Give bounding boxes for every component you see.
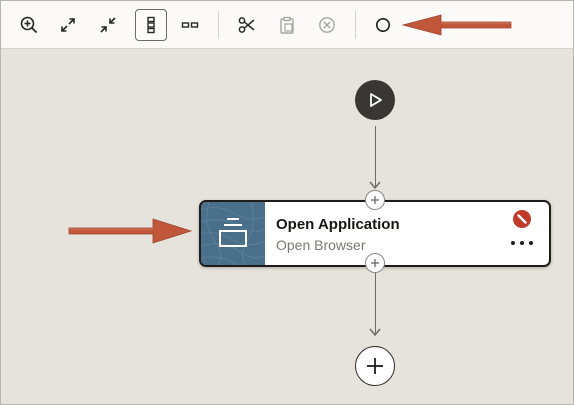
- paste-button[interactable]: [271, 9, 303, 41]
- circle-x-icon: [319, 17, 335, 33]
- connector-line: [374, 273, 376, 335]
- zoom-in-button[interactable]: [13, 9, 45, 41]
- connector-line: [374, 126, 376, 188]
- toolbar-divider: [355, 11, 356, 39]
- dot: [529, 241, 533, 245]
- step-icon-tile: [201, 202, 265, 265]
- collapse-icon: [100, 17, 116, 33]
- error-status-icon[interactable]: [513, 210, 531, 228]
- cut-button[interactable]: [231, 9, 263, 41]
- plus-icon: [371, 196, 379, 204]
- insert-step-below-button[interactable]: [365, 253, 385, 273]
- scissors-icon: [238, 17, 255, 33]
- more-options-button[interactable]: [511, 236, 533, 250]
- expand-icon: [61, 18, 75, 32]
- vertical-layout-button[interactable]: [135, 9, 167, 41]
- application-stack-icon: [201, 202, 265, 265]
- clipboard-icon: [280, 16, 294, 34]
- collapse-button[interactable]: [92, 9, 124, 41]
- dot: [520, 241, 524, 245]
- step-title: Open Application: [276, 216, 400, 233]
- connector-arrowhead: [369, 181, 381, 190]
- breakpoint-button[interactable]: [367, 9, 399, 41]
- flow-editor: Open Application Open Browser: [0, 0, 574, 405]
- start-node[interactable]: [355, 80, 395, 120]
- expand-button[interactable]: [52, 9, 84, 41]
- callout-arrow-toolbar: [401, 14, 512, 36]
- callout-arrow-step: [68, 218, 193, 244]
- horizontal-layout-button[interactable]: [174, 9, 206, 41]
- plus-icon: [371, 259, 379, 267]
- zoom-in-icon: [20, 16, 38, 34]
- connector-arrowhead: [369, 328, 381, 337]
- plus-icon: [367, 358, 383, 374]
- insert-step-above-button[interactable]: [365, 190, 385, 210]
- step-subtitle: Open Browser: [276, 237, 366, 253]
- horizontal-layout-icon: [181, 22, 199, 28]
- play-icon: [370, 93, 382, 107]
- dot: [511, 241, 515, 245]
- circle-icon: [376, 18, 390, 32]
- vertical-layout-icon: [147, 16, 155, 34]
- add-step-button[interactable]: [355, 346, 395, 386]
- no-entry-icon: [517, 214, 527, 224]
- toolbar-divider: [218, 11, 219, 39]
- delete-button[interactable]: [311, 9, 343, 41]
